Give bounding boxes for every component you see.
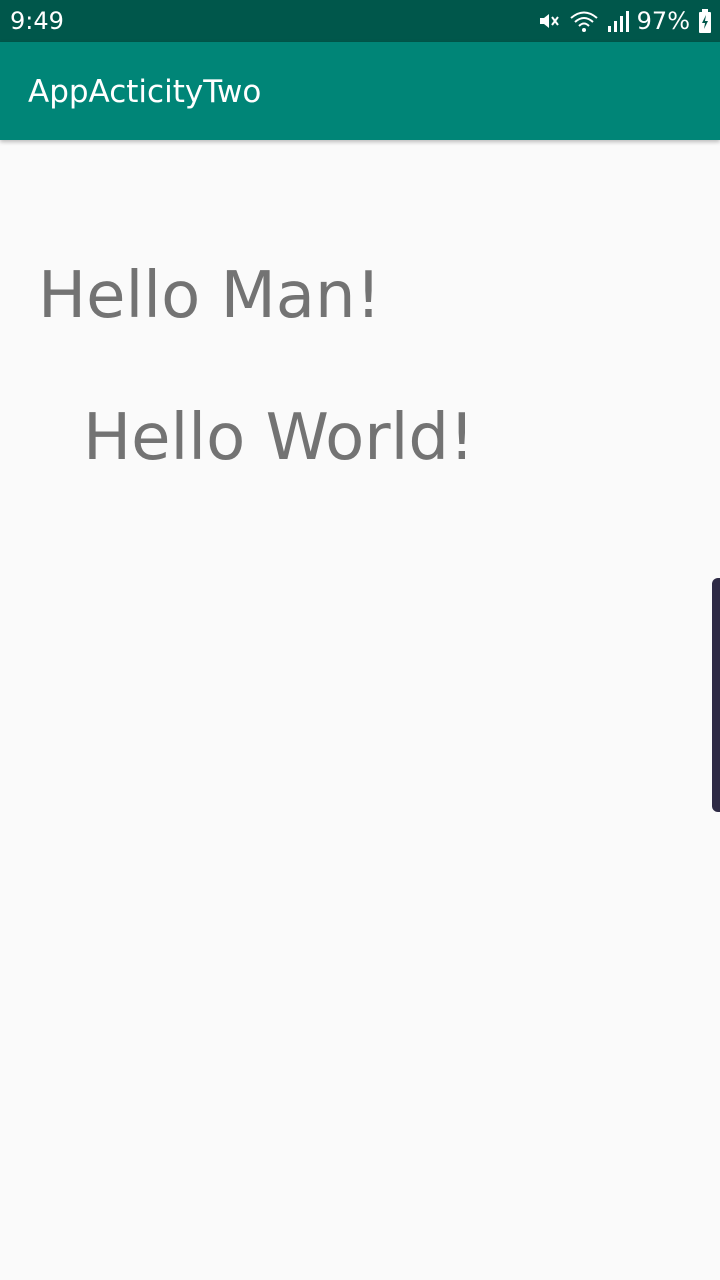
wifi-icon [569, 9, 599, 33]
signal-icon [607, 9, 629, 33]
app-bar: AppActicityTwo [0, 42, 720, 140]
battery-charging-icon [698, 9, 712, 33]
hello-man-text: Hello Man! [38, 259, 382, 333]
status-time: 9:49 [10, 7, 64, 35]
main-content: Hello Man! Hello World! [0, 140, 720, 1280]
mute-icon [537, 9, 561, 33]
hello-world-text: Hello World! [83, 401, 475, 475]
status-icons: 97% [537, 6, 712, 36]
battery-percentage: 97% [636, 7, 690, 35]
edge-panel-handle[interactable] [712, 578, 720, 812]
status-bar: 9:49 97% [0, 0, 720, 42]
app-title: AppActicityTwo [28, 74, 262, 110]
